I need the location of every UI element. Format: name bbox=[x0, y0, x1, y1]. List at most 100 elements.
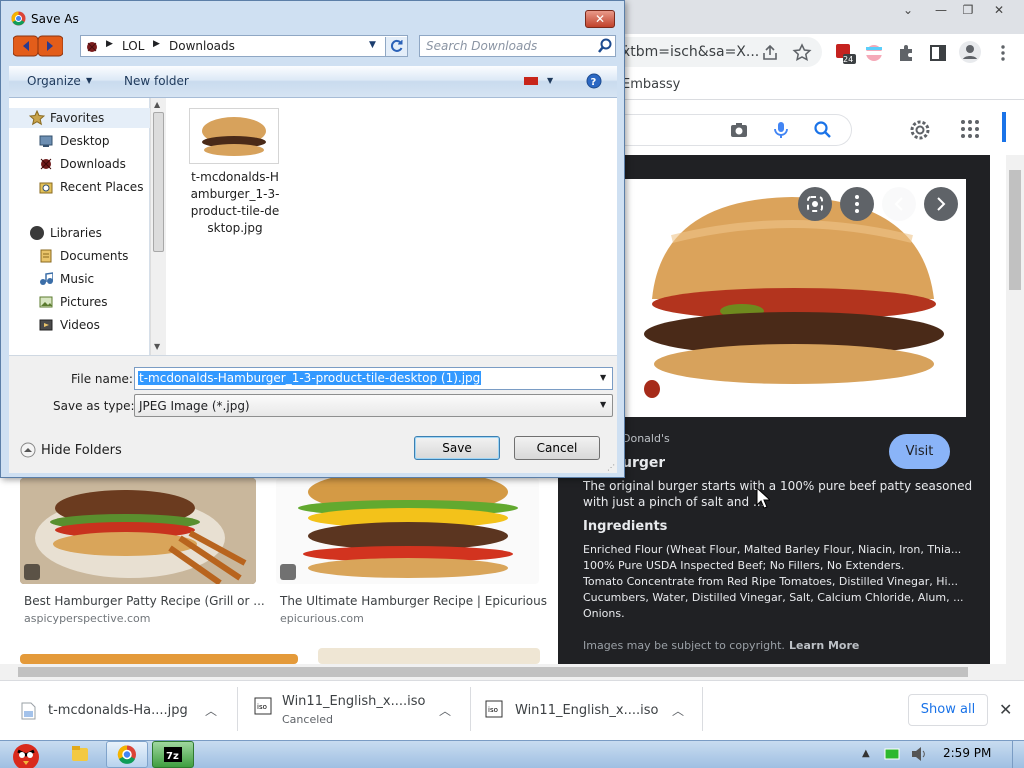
cancel-button[interactable]: Cancel bbox=[514, 436, 600, 460]
share-icon[interactable] bbox=[760, 43, 780, 63]
iso-file-icon: iso bbox=[254, 697, 272, 715]
taskbar-clock[interactable]: 2:59 PM bbox=[943, 746, 991, 760]
network-tray-icon[interactable] bbox=[884, 747, 900, 761]
nav-scrollbar[interactable]: ▲ ▼ bbox=[150, 98, 166, 355]
side-panel-icon[interactable] bbox=[928, 43, 948, 63]
minimize-icon[interactable]: — bbox=[926, 0, 956, 20]
chrome-taskbar-icon[interactable] bbox=[106, 741, 148, 768]
scroll-down-icon[interactable]: ▼ bbox=[154, 342, 160, 351]
result-image-2[interactable] bbox=[276, 478, 539, 584]
bookmark-star-icon[interactable] bbox=[792, 43, 812, 63]
view-dropdown-icon[interactable]: ▼ bbox=[547, 76, 553, 85]
download-item-3[interactable]: iso Win11_English_x....iso ︿ bbox=[471, 680, 703, 740]
nav-libraries[interactable]: Libraries bbox=[50, 226, 102, 240]
file-name-label[interactable]: t-mcdonalds-H amburger_1-3- product-tile… bbox=[187, 169, 283, 237]
organize-menu[interactable]: Organize bbox=[27, 74, 81, 88]
file-name-dropdown-icon[interactable]: ▼ bbox=[600, 373, 606, 382]
nav-pictures[interactable]: Pictures bbox=[60, 295, 108, 309]
menu-kebab-icon[interactable] bbox=[993, 43, 1013, 63]
download-item-1[interactable]: t-mcdonalds-Ha....jpg ︿ bbox=[0, 680, 236, 740]
organize-dropdown-icon[interactable]: ▼ bbox=[86, 76, 92, 85]
volume-tray-icon[interactable] bbox=[910, 746, 928, 762]
nav-desktop[interactable]: Desktop bbox=[60, 134, 110, 148]
vertical-scroll-thumb[interactable] bbox=[1009, 170, 1021, 290]
hide-folders-button[interactable]: Hide Folders bbox=[41, 443, 122, 458]
result-image-1[interactable] bbox=[20, 478, 256, 584]
nav-recent-places[interactable]: Recent Places bbox=[60, 180, 143, 194]
new-folder-button[interactable]: New folder bbox=[124, 74, 189, 88]
previous-image-button[interactable] bbox=[882, 187, 916, 221]
nav-downloads[interactable]: Downloads bbox=[60, 157, 126, 171]
maximize-icon[interactable]: ❐ bbox=[953, 0, 983, 20]
nav-documents[interactable]: Documents bbox=[60, 249, 128, 263]
chevron-up-icon[interactable]: ︿ bbox=[672, 702, 684, 719]
show-all-button[interactable]: Show all bbox=[908, 694, 988, 726]
help-icon[interactable]: ? bbox=[586, 73, 602, 89]
nav-scroll-thumb[interactable] bbox=[153, 112, 164, 252]
result-image-3[interactable] bbox=[20, 654, 298, 664]
dialog-title: Save As bbox=[31, 12, 79, 26]
profile-avatar-icon[interactable] bbox=[958, 40, 982, 64]
chevron-up-icon[interactable]: ︿ bbox=[439, 702, 451, 719]
refresh-icon[interactable] bbox=[385, 37, 407, 56]
download-item-2[interactable]: iso Win11_English_x....iso Canceled ︿ bbox=[238, 680, 470, 740]
voice-search-icon[interactable] bbox=[771, 120, 791, 140]
save-type-dropdown-icon[interactable]: ▼ bbox=[600, 400, 606, 409]
file-name-value[interactable]: t-mcdonalds-Hamburger_1-3-product-tile-d… bbox=[138, 371, 482, 385]
hide-folders-icon[interactable] bbox=[20, 442, 36, 458]
search-downloads-input[interactable]: Search Downloads bbox=[419, 35, 616, 57]
search-placeholder: Search Downloads bbox=[426, 39, 538, 53]
7zip-taskbar-icon[interactable]: 7z bbox=[152, 741, 194, 768]
lens-search-button[interactable] bbox=[798, 187, 832, 221]
preview-heading[interactable]: urger bbox=[622, 455, 665, 471]
view-options-icon[interactable] bbox=[523, 75, 539, 87]
search-icon[interactable] bbox=[813, 120, 833, 140]
flag-extension-icon[interactable] bbox=[864, 43, 884, 63]
explorer-taskbar-icon[interactable] bbox=[62, 741, 98, 768]
dialog-close-button[interactable]: ✕ bbox=[585, 10, 615, 28]
show-desktop-button[interactable] bbox=[1012, 741, 1024, 768]
result-title-2[interactable]: The Ultimate Hamburger Recipe | Epicurio… bbox=[280, 594, 547, 608]
chevron-up-icon[interactable]: ︿ bbox=[205, 702, 217, 719]
result-source-2: epicurious.com bbox=[280, 612, 364, 625]
breadcrumb-arrow-icon[interactable]: ▶ bbox=[106, 39, 113, 49]
nav-favorites[interactable]: Favorites bbox=[50, 111, 104, 125]
apps-grid-icon[interactable] bbox=[960, 119, 980, 139]
file-name-input[interactable]: t-mcdonalds-Hamburger_1-3-product-tile-d… bbox=[134, 367, 613, 390]
next-image-button[interactable] bbox=[924, 187, 958, 221]
settings-gear-icon[interactable] bbox=[908, 118, 932, 142]
tab-search-icon[interactable]: ⌄ bbox=[893, 0, 923, 20]
preview-site[interactable]: Donald's bbox=[622, 432, 670, 445]
more-options-icon[interactable] bbox=[840, 187, 874, 221]
breadcrumb-lol[interactable]: LOL bbox=[122, 39, 144, 53]
breadcrumb-downloads[interactable]: Downloads bbox=[169, 39, 235, 53]
puzzle-extensions-icon[interactable] bbox=[896, 43, 916, 63]
resize-grip-icon[interactable]: ⋰ bbox=[607, 463, 615, 472]
copyright-notice: Images may be subject to copyright. bbox=[583, 639, 785, 652]
omnibox-url[interactable]: ẋtbm=isch&sa=X... bbox=[622, 44, 759, 60]
close-window-icon[interactable]: ✕ bbox=[984, 0, 1014, 20]
file-thumbnail[interactable] bbox=[189, 108, 279, 164]
horizontal-scroll-thumb[interactable] bbox=[18, 667, 968, 677]
tray-expand-icon[interactable]: ▲ bbox=[862, 748, 870, 759]
camera-search-icon[interactable] bbox=[729, 120, 749, 140]
save-type-select[interactable]: JPEG Image (*.jpg) ▼ bbox=[134, 394, 613, 417]
extension-badge: 24 bbox=[843, 55, 854, 64]
result-title-1[interactable]: Best Hamburger Patty Recipe (Grill or ..… bbox=[24, 594, 265, 608]
learn-more-link[interactable]: Learn More bbox=[789, 639, 859, 652]
back-forward-buttons[interactable] bbox=[13, 35, 63, 57]
start-button-angry-bird-icon[interactable] bbox=[4, 741, 48, 768]
result-image-4[interactable] bbox=[318, 648, 540, 664]
close-downloads-icon[interactable]: ✕ bbox=[999, 700, 1012, 719]
nav-music[interactable]: Music bbox=[60, 272, 94, 286]
breadcrumb-arrow-icon[interactable]: ▶ bbox=[153, 39, 160, 49]
bookmark-item[interactable]: Embassy bbox=[622, 77, 680, 92]
pictures-icon bbox=[39, 295, 53, 309]
save-button[interactable]: Save bbox=[414, 436, 500, 460]
search-icon[interactable] bbox=[597, 38, 613, 54]
nav-videos[interactable]: Videos bbox=[60, 318, 100, 332]
scroll-up-icon[interactable]: ▲ bbox=[154, 100, 160, 109]
mouse-cursor-icon bbox=[756, 487, 770, 509]
visit-button[interactable]: Visit bbox=[889, 434, 950, 469]
address-dropdown-icon[interactable]: ▼ bbox=[369, 40, 376, 50]
